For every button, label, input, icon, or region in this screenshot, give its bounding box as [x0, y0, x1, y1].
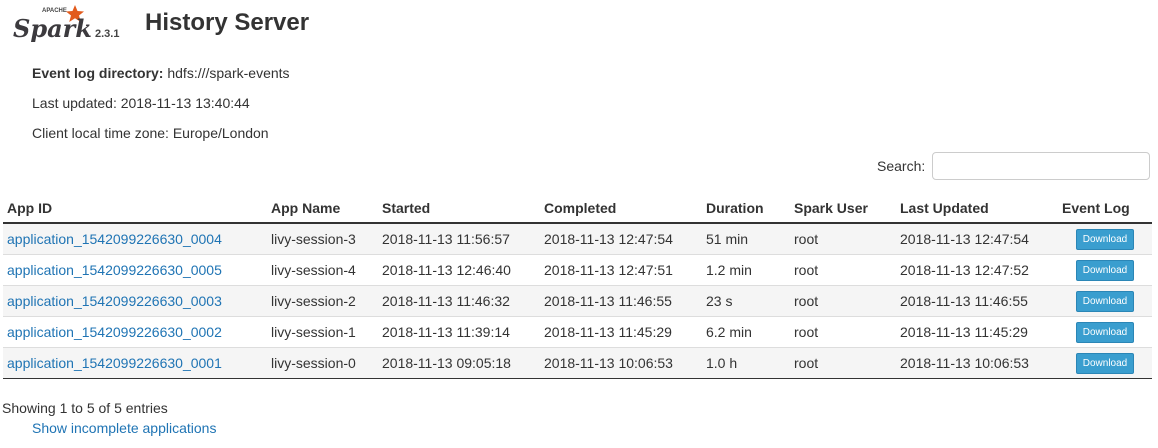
- table-row: application_1542099226630_0001 livy-sess…: [3, 347, 1152, 379]
- app-id-cell: application_1542099226630_0002: [3, 316, 267, 348]
- search-input[interactable]: [932, 152, 1150, 180]
- download-button[interactable]: Download: [1075, 228, 1135, 250]
- event-log-directory: Event log directory: hdfs:///spark-event…: [32, 65, 290, 81]
- app-id-cell: application_1542099226630_0001: [3, 347, 267, 379]
- search-label: Search:: [877, 158, 926, 174]
- app-id-link[interactable]: application_1542099226630_0004: [7, 231, 222, 247]
- table-header-row: App ID App Name Started Completed Durati…: [3, 193, 1152, 224]
- app-id-link[interactable]: application_1542099226630_0005: [7, 262, 222, 278]
- app-id-link[interactable]: application_1542099226630_0003: [7, 293, 222, 309]
- app-id-cell: application_1542099226630_0004: [3, 222, 267, 255]
- show-incomplete-link[interactable]: Show incomplete applications: [32, 420, 216, 436]
- event-log-label: Event log directory:: [32, 65, 164, 81]
- duration-cell: 1.0 h: [702, 347, 790, 379]
- duration-cell: 1.2 min: [702, 254, 790, 286]
- event-log-cell: Download: [1058, 285, 1152, 317]
- col-header-event-log[interactable]: Event Log: [1058, 193, 1152, 224]
- app-id-cell: application_1542099226630_0005: [3, 254, 267, 286]
- spark-logo[interactable]: APACHE Spark: [12, 3, 142, 43]
- logo-spark-text: Spark: [13, 14, 92, 43]
- app-name-cell: livy-session-3: [267, 222, 378, 255]
- entries-info: Showing 1 to 5 of 5 entries: [2, 400, 168, 416]
- last-updated-cell: 2018-11-13 11:46:55: [896, 285, 1058, 317]
- started-cell: 2018-11-13 09:05:18: [378, 347, 540, 379]
- table-row: application_1542099226630_0005 livy-sess…: [3, 254, 1152, 286]
- download-button[interactable]: Download: [1075, 290, 1135, 312]
- table-row: application_1542099226630_0003 livy-sess…: [3, 285, 1152, 317]
- event-log-cell: Download: [1058, 254, 1152, 286]
- completed-cell: 2018-11-13 12:47:54: [540, 222, 702, 255]
- started-cell: 2018-11-13 11:46:32: [378, 285, 540, 317]
- page-title: History Server: [145, 9, 310, 36]
- spark-user-cell: root: [790, 347, 896, 379]
- last-updated-text: Last updated: 2018-11-13 13:40:44: [32, 95, 250, 111]
- app-id-link[interactable]: application_1542099226630_0002: [7, 324, 222, 340]
- event-log-cell: Download: [1058, 222, 1152, 255]
- download-button[interactable]: Download: [1075, 352, 1135, 374]
- started-cell: 2018-11-13 11:39:14: [378, 316, 540, 348]
- app-id-cell: application_1542099226630_0003: [3, 285, 267, 317]
- last-updated-cell: 2018-11-13 12:47:54: [896, 222, 1058, 255]
- applications-table: App ID App Name Started Completed Durati…: [3, 193, 1152, 379]
- col-header-started[interactable]: Started: [378, 193, 540, 224]
- app-name-cell: livy-session-4: [267, 254, 378, 286]
- timezone-text: Client local time zone: Europe/London: [32, 125, 269, 141]
- spark-user-cell: root: [790, 316, 896, 348]
- download-button[interactable]: Download: [1075, 259, 1135, 281]
- col-header-app-id[interactable]: App ID: [3, 193, 267, 224]
- spark-user-cell: root: [790, 222, 896, 255]
- last-updated-cell: 2018-11-13 11:45:29: [896, 316, 1058, 348]
- completed-cell: 2018-11-13 10:06:53: [540, 347, 702, 379]
- version-label: 2.3.1: [95, 28, 120, 40]
- col-header-duration[interactable]: Duration: [702, 193, 790, 224]
- completed-cell: 2018-11-13 11:45:29: [540, 316, 702, 348]
- last-updated-cell: 2018-11-13 12:47:52: [896, 254, 1058, 286]
- app-id-link[interactable]: application_1542099226630_0001: [7, 355, 222, 371]
- col-header-completed[interactable]: Completed: [540, 193, 702, 224]
- started-cell: 2018-11-13 11:56:57: [378, 222, 540, 255]
- completed-cell: 2018-11-13 12:47:51: [540, 254, 702, 286]
- download-button[interactable]: Download: [1075, 321, 1135, 343]
- duration-cell: 51 min: [702, 222, 790, 255]
- app-name-cell: livy-session-1: [267, 316, 378, 348]
- table-row: application_1542099226630_0002 livy-sess…: [3, 316, 1152, 348]
- event-log-value: hdfs:///spark-events: [167, 65, 290, 81]
- table-row: application_1542099226630_0004 livy-sess…: [3, 222, 1152, 255]
- duration-cell: 6.2 min: [702, 316, 790, 348]
- col-header-spark-user[interactable]: Spark User: [790, 193, 896, 224]
- event-log-cell: Download: [1058, 316, 1152, 348]
- duration-cell: 23 s: [702, 285, 790, 317]
- started-cell: 2018-11-13 12:46:40: [378, 254, 540, 286]
- app-name-cell: livy-session-0: [267, 347, 378, 379]
- col-header-last-updated[interactable]: Last Updated: [896, 193, 1058, 224]
- col-header-app-name[interactable]: App Name: [267, 193, 378, 224]
- event-log-cell: Download: [1058, 347, 1152, 379]
- completed-cell: 2018-11-13 11:46:55: [540, 285, 702, 317]
- last-updated-cell: 2018-11-13 10:06:53: [896, 347, 1058, 379]
- app-name-cell: livy-session-2: [267, 285, 378, 317]
- spark-user-cell: root: [790, 285, 896, 317]
- spark-user-cell: root: [790, 254, 896, 286]
